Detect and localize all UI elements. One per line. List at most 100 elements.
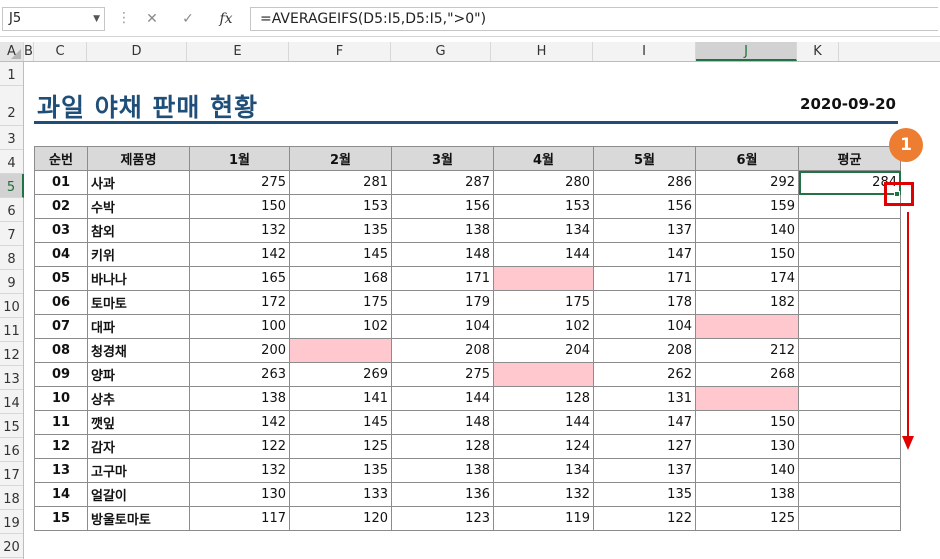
month-value-cell[interactable]: 275 (189, 170, 290, 195)
month-value-cell[interactable] (695, 386, 799, 411)
product-name-cell[interactable]: 고구마 (87, 458, 190, 483)
average-cell[interactable] (798, 338, 901, 363)
month-value-cell[interactable]: 200 (189, 338, 290, 363)
month-value-cell[interactable]: 104 (391, 314, 494, 339)
product-name-cell[interactable]: 토마토 (87, 290, 190, 315)
row-number-cell[interactable]: 09 (34, 362, 88, 387)
month-value-cell[interactable]: 122 (593, 506, 696, 531)
month-value-cell[interactable]: 174 (695, 266, 799, 291)
month-value-cell[interactable]: 275 (391, 362, 494, 387)
month-value-cell[interactable]: 132 (189, 458, 290, 483)
month-value-cell[interactable]: 134 (493, 458, 594, 483)
month-value-cell[interactable]: 145 (289, 410, 392, 435)
header-cell[interactable]: 제품명 (87, 146, 190, 171)
product-name-cell[interactable]: 청경채 (87, 338, 190, 363)
average-cell[interactable] (798, 410, 901, 435)
month-value-cell[interactable]: 280 (493, 170, 594, 195)
month-value-cell[interactable]: 286 (593, 170, 696, 195)
month-value-cell[interactable]: 136 (391, 482, 494, 507)
product-name-cell[interactable]: 상추 (87, 386, 190, 411)
average-cell[interactable] (798, 482, 901, 507)
month-value-cell[interactable]: 141 (289, 386, 392, 411)
month-value-cell[interactable]: 117 (189, 506, 290, 531)
header-cell[interactable]: 평균 (798, 146, 901, 171)
month-value-cell[interactable]: 132 (189, 218, 290, 243)
month-value-cell[interactable] (289, 338, 392, 363)
header-cell[interactable]: 3월 (391, 146, 494, 171)
month-value-cell[interactable]: 208 (593, 338, 696, 363)
average-cell[interactable] (798, 434, 901, 459)
month-value-cell[interactable]: 208 (391, 338, 494, 363)
row-number-cell[interactable]: 01 (34, 170, 88, 195)
average-cell[interactable] (798, 242, 901, 267)
header-cell[interactable]: 1월 (189, 146, 290, 171)
average-cell[interactable] (798, 218, 901, 243)
average-cell[interactable] (798, 314, 901, 339)
month-value-cell[interactable]: 128 (391, 434, 494, 459)
row-number-cell[interactable]: 13 (34, 458, 88, 483)
month-value-cell[interactable]: 144 (391, 386, 494, 411)
month-value-cell[interactable]: 148 (391, 242, 494, 267)
month-value-cell[interactable]: 140 (695, 458, 799, 483)
month-value-cell[interactable]: 128 (493, 386, 594, 411)
month-value-cell[interactable]: 150 (189, 194, 290, 219)
header-cell[interactable]: 5월 (593, 146, 696, 171)
month-value-cell[interactable]: 131 (593, 386, 696, 411)
month-value-cell[interactable]: 102 (493, 314, 594, 339)
month-value-cell[interactable]: 144 (493, 410, 594, 435)
row-number-cell[interactable]: 05 (34, 266, 88, 291)
month-value-cell[interactable]: 156 (593, 194, 696, 219)
month-value-cell[interactable]: 138 (391, 458, 494, 483)
month-value-cell[interactable] (695, 314, 799, 339)
month-value-cell[interactable] (493, 266, 594, 291)
month-value-cell[interactable]: 130 (695, 434, 799, 459)
row-number-cell[interactable]: 15 (34, 506, 88, 531)
month-value-cell[interactable]: 123 (391, 506, 494, 531)
row-number-cell[interactable]: 08 (34, 338, 88, 363)
month-value-cell[interactable]: 287 (391, 170, 494, 195)
row-number-cell[interactable]: 06 (34, 290, 88, 315)
header-cell[interactable]: 순번 (34, 146, 88, 171)
month-value-cell[interactable]: 135 (593, 482, 696, 507)
header-cell[interactable]: 4월 (493, 146, 594, 171)
month-value-cell[interactable]: 179 (391, 290, 494, 315)
month-value-cell[interactable]: 124 (493, 434, 594, 459)
month-value-cell[interactable]: 137 (593, 458, 696, 483)
row-number-cell[interactable]: 04 (34, 242, 88, 267)
product-name-cell[interactable]: 방울토마토 (87, 506, 190, 531)
month-value-cell[interactable]: 153 (493, 194, 594, 219)
product-name-cell[interactable]: 키위 (87, 242, 190, 267)
month-value-cell[interactable]: 127 (593, 434, 696, 459)
average-cell[interactable] (798, 458, 901, 483)
row-number-cell[interactable]: 10 (34, 386, 88, 411)
average-cell[interactable] (798, 362, 901, 387)
month-value-cell[interactable]: 132 (493, 482, 594, 507)
month-value-cell[interactable]: 175 (289, 290, 392, 315)
average-cell[interactable] (798, 266, 901, 291)
month-value-cell[interactable]: 150 (695, 242, 799, 267)
month-value-cell[interactable]: 147 (593, 242, 696, 267)
month-value-cell[interactable]: 168 (289, 266, 392, 291)
month-value-cell[interactable]: 148 (391, 410, 494, 435)
row-number-cell[interactable]: 14 (34, 482, 88, 507)
month-value-cell[interactable]: 165 (189, 266, 290, 291)
month-value-cell[interactable]: 138 (391, 218, 494, 243)
month-value-cell[interactable]: 171 (391, 266, 494, 291)
row-number-cell[interactable]: 07 (34, 314, 88, 339)
product-name-cell[interactable]: 깻잎 (87, 410, 190, 435)
month-value-cell[interactable]: 133 (289, 482, 392, 507)
month-value-cell[interactable]: 135 (289, 218, 392, 243)
month-value-cell[interactable]: 125 (695, 506, 799, 531)
month-value-cell[interactable]: 175 (493, 290, 594, 315)
month-value-cell[interactable]: 134 (493, 218, 594, 243)
fill-handle[interactable] (894, 191, 900, 197)
average-cell[interactable] (798, 506, 901, 531)
average-cell[interactable] (798, 290, 901, 315)
month-value-cell[interactable]: 171 (593, 266, 696, 291)
month-value-cell[interactable]: 281 (289, 170, 392, 195)
month-value-cell[interactable]: 263 (189, 362, 290, 387)
month-value-cell[interactable]: 120 (289, 506, 392, 531)
month-value-cell[interactable]: 125 (289, 434, 392, 459)
month-value-cell[interactable]: 138 (189, 386, 290, 411)
row-number-cell[interactable]: 11 (34, 410, 88, 435)
